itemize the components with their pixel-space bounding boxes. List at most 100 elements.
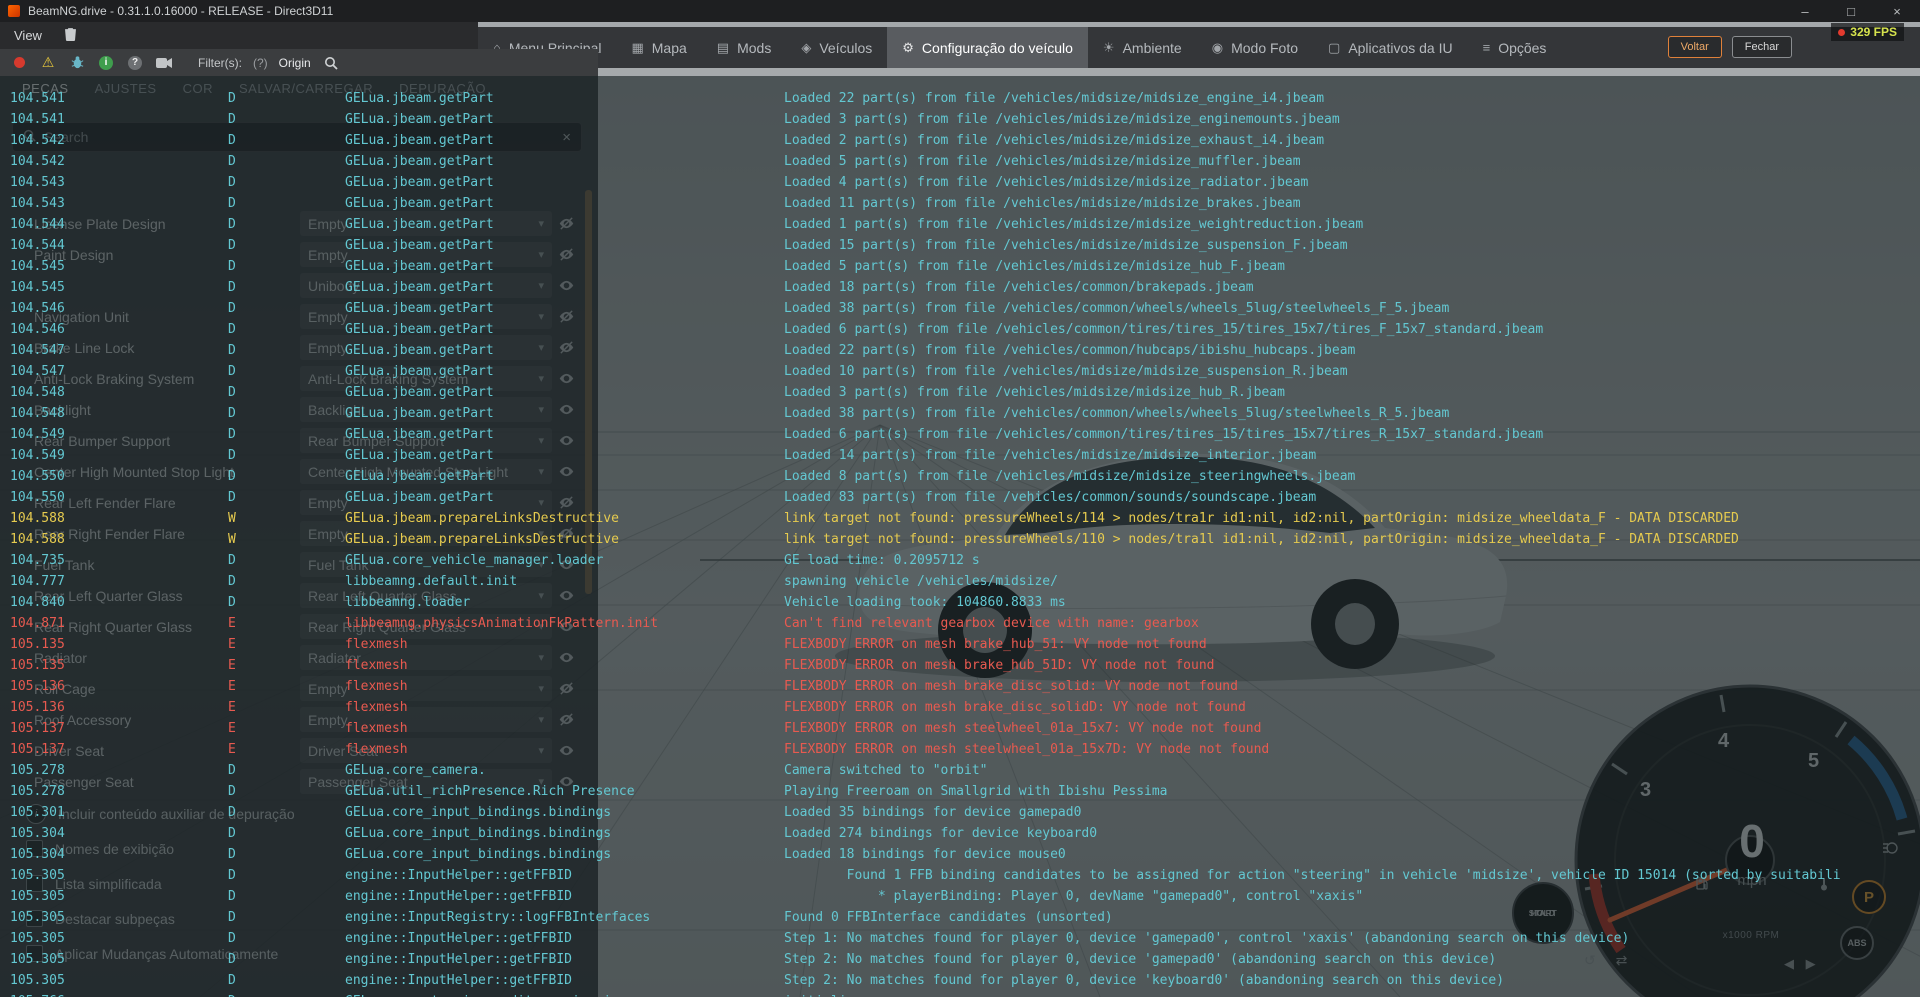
minimize-button[interactable]: – xyxy=(1782,0,1828,22)
modo-foto-icon: ◉ xyxy=(1211,39,1224,55)
console-row[interactable]: 104.550 D GELua.jbeam.getPart Loaded 83 par… xyxy=(0,487,1920,508)
clear-console-button[interactable] xyxy=(56,27,85,44)
log-message: Vehicle loading took: 104860.8833 ms xyxy=(784,595,1066,610)
console-row[interactable]: 104.543 D GELua.jbeam.getPart Loaded 4 part… xyxy=(0,172,1920,193)
log-level: D xyxy=(228,196,236,211)
console-row[interactable]: 104.549 D GELua.jbeam.getPart Loaded 6 part… xyxy=(0,424,1920,445)
console-row[interactable]: 104.544 D GELua.jbeam.getPart Loaded 1 part… xyxy=(0,214,1920,235)
tab-label: Veículos xyxy=(819,39,873,56)
console-row[interactable]: 105.766 D GELua.ge_extensions.editor_api_g… xyxy=(0,991,1920,997)
tab-label: Ambiente xyxy=(1122,39,1182,56)
console-row[interactable]: 104.546 D GELua.jbeam.getPart Loaded 38 par… xyxy=(0,298,1920,319)
log-message: Loaded 83 part(s) from file /vehicles/co… xyxy=(784,490,1317,505)
camera-button[interactable] xyxy=(155,54,173,72)
filter-search-icon[interactable] xyxy=(322,54,340,72)
close-button[interactable]: × xyxy=(1874,0,1920,22)
topbar-tab-mods[interactable]: ▤ Mods xyxy=(702,27,787,68)
topbar-button-fechar[interactable]: Fechar xyxy=(1731,36,1792,58)
info-filter-button[interactable]: i xyxy=(97,54,115,72)
window-titlebar[interactable]: BeamNG.drive - 0.31.1.0.16000 - RELEASE … xyxy=(0,0,1920,22)
warning-filter-button[interactable]: ⚠ xyxy=(39,54,57,72)
log-origin: GELua.jbeam.getPart xyxy=(345,154,494,169)
debug-filter-button[interactable] xyxy=(68,54,86,72)
log-time: 105.305 xyxy=(10,973,65,988)
log-time: 104.541 xyxy=(10,112,65,127)
log-level: D xyxy=(228,154,236,169)
console-row[interactable]: 105.305 Dengine::InputRegistry::logFFBInt… xyxy=(0,907,1920,928)
view-menu[interactable]: View xyxy=(0,22,56,49)
console-row[interactable]: 104.546 D GELua.jbeam.getPart Loaded 6 part… xyxy=(0,319,1920,340)
topbar-tab-aplicativos-da-iu[interactable]: ▢ Aplicativos da IU xyxy=(1313,27,1468,68)
log-origin: GELua.jbeam.getPart xyxy=(345,301,494,316)
console-row[interactable]: 105.304 D GELua.core_input_bindings.bindin… xyxy=(0,844,1920,865)
error-filter-button[interactable] xyxy=(10,54,28,72)
console-row[interactable]: 104.545 D GELua.jbeam.getPart Loaded 5 part… xyxy=(0,256,1920,277)
topbar-tab-veiculos[interactable]: ◈ Veículos xyxy=(786,27,887,68)
console-row[interactable]: 104.735 D GELua.core_vehicle_manager.loade… xyxy=(0,550,1920,571)
console-row[interactable]: 105.278 D GELua.util_richPresence.Rich Pre… xyxy=(0,781,1920,802)
console-row[interactable]: 104.547 D GELua.jbeam.getPart Loaded 22 par… xyxy=(0,340,1920,361)
topbar-tab-mapa[interactable]: ▦ Mapa xyxy=(616,27,701,68)
console-row[interactable]: 104.542 D GELua.jbeam.getPart Loaded 2 part… xyxy=(0,130,1920,151)
log-message: Loaded 274 bindings for device keyboard0 xyxy=(784,826,1098,841)
console-row[interactable]: 105.136 Eflexmesh FLEXBODY ERROR on mesh b… xyxy=(0,676,1920,697)
topbar-tab-configuracao-do-veiculo[interactable]: ⚙ Configuração do veículo xyxy=(887,27,1088,68)
console-row[interactable]: 104.541 D GELua.jbeam.getPart Loaded 22 par… xyxy=(0,88,1920,109)
console-row[interactable]: 105.305 Dengine::InputHelper::getFFBID Ste… xyxy=(0,970,1920,991)
console-row[interactable]: 104.588 W GELua.jbeam.prepareLinksDestruct… xyxy=(0,529,1920,550)
console-row[interactable]: 104.549 D GELua.jbeam.getPart Loaded 14 par… xyxy=(0,445,1920,466)
configuracao-do-veiculo-icon: ⚙ xyxy=(902,39,914,55)
console-row[interactable]: 104.840 Dlibbeamng.loader Vehicle loading … xyxy=(0,592,1920,613)
log-time: 104.545 xyxy=(10,280,65,295)
console-row[interactable]: 105.135 Eflexmesh FLEXBODY ERROR on mesh b… xyxy=(0,634,1920,655)
console-row[interactable]: 105.305 Dengine::InputHelper::getFFBID Ste… xyxy=(0,949,1920,970)
log-level: D xyxy=(228,280,236,295)
topbar-button-voltar[interactable]: Voltar xyxy=(1667,36,1722,58)
bug-icon xyxy=(71,56,83,69)
topbar-tab-ambiente[interactable]: ☀ Ambiente xyxy=(1088,27,1197,68)
console-row[interactable]: 104.550 D GELua.jbeam.getPart Loaded 8 part… xyxy=(0,466,1920,487)
log-time: 104.542 xyxy=(10,133,65,148)
console-row[interactable]: 104.777 Dlibbeamng.default.init spawning v… xyxy=(0,571,1920,592)
console-row[interactable]: 104.543 D GELua.jbeam.getPart Loaded 11 par… xyxy=(0,193,1920,214)
console-row[interactable]: 105.304 D GELua.core_input_bindings.bindin… xyxy=(0,823,1920,844)
console-row[interactable]: 105.305 Dengine::InputHelper::getFFBID Ste… xyxy=(0,928,1920,949)
console-row[interactable]: 105.305 Dengine::InputHelper::getFFBID * … xyxy=(0,886,1920,907)
log-level: W xyxy=(228,511,236,526)
console-row[interactable]: 105.135 Eflexmesh FLEXBODY ERROR on mesh b… xyxy=(0,655,1920,676)
trash-icon xyxy=(64,27,77,44)
log-level: D xyxy=(228,406,236,421)
filter-origin-select[interactable]: Origin xyxy=(279,56,311,70)
console-row[interactable]: 104.871 Elibbeamng.physicsAnimationFkPatt… xyxy=(0,613,1920,634)
maximize-button[interactable]: □ xyxy=(1828,0,1874,22)
log-level: D xyxy=(228,763,236,778)
log-time: 105.304 xyxy=(10,847,65,862)
console-row[interactable]: 105.137 Eflexmesh FLEXBODY ERROR on mesh s… xyxy=(0,718,1920,739)
console-row[interactable]: 104.544 D GELua.jbeam.getPart Loaded 15 par… xyxy=(0,235,1920,256)
console-row[interactable]: 104.545 D GELua.jbeam.getPart Loaded 18 par… xyxy=(0,277,1920,298)
log-origin: GELua.jbeam.getPart xyxy=(345,175,494,190)
console-row[interactable]: 105.137 Eflexmesh FLEXBODY ERROR on mesh s… xyxy=(0,739,1920,760)
log-origin: GELua.jbeam.getPart xyxy=(345,343,494,358)
console-row[interactable]: 104.588 W GELua.jbeam.prepareLinksDestruct… xyxy=(0,508,1920,529)
topbar-tab-modo-foto[interactable]: ◉ Modo Foto xyxy=(1197,27,1313,68)
log-message: Loaded 3 part(s) from file /vehicles/mid… xyxy=(784,112,1340,127)
log-time: 105.305 xyxy=(10,868,65,883)
console-row[interactable]: 104.548 D GELua.jbeam.getPart Loaded 3 part… xyxy=(0,382,1920,403)
console-row[interactable]: 105.301 D GELua.core_input_bindings.bindin… xyxy=(0,802,1920,823)
filter-help[interactable]: (?) xyxy=(253,56,268,70)
console-row[interactable]: 104.548 D GELua.jbeam.getPart Loaded 38 par… xyxy=(0,403,1920,424)
console-row[interactable]: 105.136 Eflexmesh FLEXBODY ERROR on mesh b… xyxy=(0,697,1920,718)
console-row[interactable]: 104.542 D GELua.jbeam.getPart Loaded 5 part… xyxy=(0,151,1920,172)
log-message: Loaded 5 part(s) from file /vehicles/mid… xyxy=(784,154,1301,169)
console-row[interactable]: 105.278 D GELua.core_camera. Camera switche… xyxy=(0,760,1920,781)
console-row[interactable]: 105.305 Dengine::InputHelper::getFFBID Fo… xyxy=(0,865,1920,886)
help-button[interactable]: ? xyxy=(126,54,144,72)
topbar-tab-opcoes[interactable]: ≡ Opções xyxy=(1468,27,1562,68)
log-origin: GELua.jbeam.getPart xyxy=(345,112,494,127)
log-time: 104.777 xyxy=(10,574,65,589)
console-row[interactable]: 104.547 D GELua.jbeam.getPart Loaded 10 par… xyxy=(0,361,1920,382)
log-origin: GELua.jbeam.prepareLinksDestructive xyxy=(345,532,619,547)
log-level: E xyxy=(228,742,236,757)
console-row[interactable]: 104.541 D GELua.jbeam.getPart Loaded 3 part… xyxy=(0,109,1920,130)
